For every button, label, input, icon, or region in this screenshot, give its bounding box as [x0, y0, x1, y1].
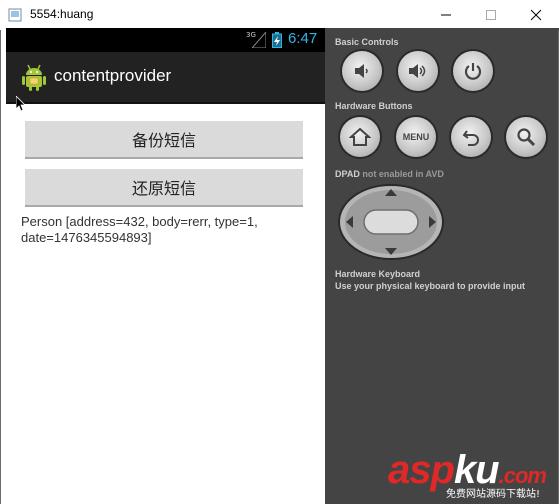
dpad-status: not enabled in AVD [362, 169, 444, 179]
minimize-button[interactable] [423, 0, 468, 30]
battery-icon [272, 32, 282, 48]
dpad-label: DPAD [335, 169, 360, 179]
window-title: 5554:huang [30, 7, 94, 21]
app-title: contentprovider [54, 66, 172, 85]
volume-up-button[interactable] [398, 51, 438, 91]
hardware-keyboard-hint: Use your physical keyboard to provide in… [335, 281, 526, 291]
maximize-button[interactable] [468, 0, 513, 30]
watermark-tagline: 免费网站源码下载站! [446, 489, 541, 500]
watermark-logo: aspku.com 免费网站源码下载站! [388, 448, 559, 504]
dpad-center-button[interactable] [363, 209, 419, 235]
power-icon [464, 63, 482, 80]
status-time: 6:47 [288, 30, 318, 47]
power-button[interactable] [453, 51, 493, 91]
back-icon [462, 130, 479, 146]
volume-up-icon [409, 64, 426, 78]
hardware-keyboard-title: Hardware Keyboard [335, 269, 421, 279]
emulator-screen: 3G 6:47 contentprovider 备份短信 还原短信 Person [6, 28, 325, 504]
mouse-cursor-icon [16, 96, 26, 112]
dpad-control[interactable] [338, 184, 444, 260]
close-icon [530, 9, 541, 21]
search-icon [517, 128, 536, 147]
signal-icon [252, 32, 266, 48]
window-titlebar: 5554:huang [0, 0, 559, 30]
restore-sms-button[interactable]: 还原短信 [25, 169, 303, 207]
action-bar: contentprovider [6, 52, 325, 104]
result-text: Person [address=432, body=rerr, type=1, … [21, 214, 258, 245]
volume-down-button[interactable] [342, 51, 382, 91]
emulator-control-panel: Basic Controls Hardware Buttons MENU DPA… [325, 28, 559, 504]
basic-controls-title: Basic Controls [335, 37, 399, 47]
menu-button[interactable]: MENU [396, 117, 436, 157]
emulator-window-icon [8, 8, 22, 22]
close-button[interactable] [513, 0, 558, 30]
search-button[interactable] [506, 117, 546, 157]
home-button[interactable] [340, 117, 380, 157]
status-bar: 3G 6:47 [6, 28, 325, 52]
maximize-icon [485, 10, 496, 20]
minimize-icon [440, 14, 451, 16]
menu-button-label: MENU [402, 132, 430, 142]
home-icon [349, 127, 371, 146]
android-icon [22, 64, 46, 91]
dpad-title: DPAD not enabled in AVD [335, 169, 444, 179]
back-button[interactable] [451, 117, 491, 157]
backup-sms-button[interactable]: 备份短信 [25, 121, 303, 159]
volume-down-icon [355, 64, 368, 78]
hardware-buttons-title: Hardware Buttons [335, 101, 413, 111]
